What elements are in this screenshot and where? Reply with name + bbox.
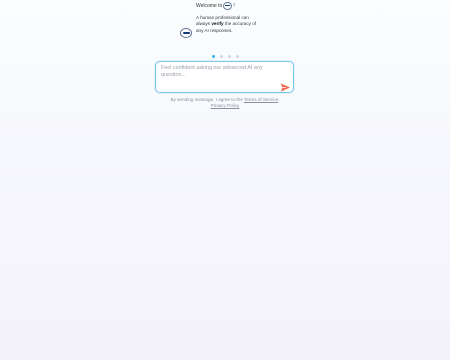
- privacy-policy-link[interactable]: Privacy Policy: [211, 103, 240, 108]
- welcome-suffix: !: [233, 3, 235, 9]
- send-icon: [280, 83, 291, 92]
- carousel-dot-3[interactable]: [228, 55, 231, 58]
- chat-message-input[interactable]: [161, 65, 273, 89]
- carousel-dots: [212, 55, 239, 58]
- expert-avatar-icon: [180, 28, 192, 38]
- welcome-heading: Welcome to !: [196, 2, 235, 10]
- carousel-dot-2[interactable]: [220, 55, 223, 58]
- carousel-dot-1[interactable]: [212, 55, 215, 58]
- onboarding-slide-text: A human professional can always verify t…: [196, 15, 258, 34]
- brand-logo-icon: [223, 2, 233, 10]
- carousel-dot-4[interactable]: [236, 55, 239, 58]
- terms-notice: By sending message, I agree to the Terms…: [150, 97, 300, 109]
- chat-input-container: [155, 61, 294, 93]
- terms-prefix: By sending message, I agree to the: [170, 97, 243, 102]
- welcome-text: Welcome to: [196, 3, 223, 9]
- send-button[interactable]: [280, 80, 291, 92]
- terms-separator: ,: [278, 97, 280, 102]
- slide-text-bold: verify: [211, 21, 224, 27]
- terms-of-service-link[interactable]: Terms of Service: [244, 97, 278, 102]
